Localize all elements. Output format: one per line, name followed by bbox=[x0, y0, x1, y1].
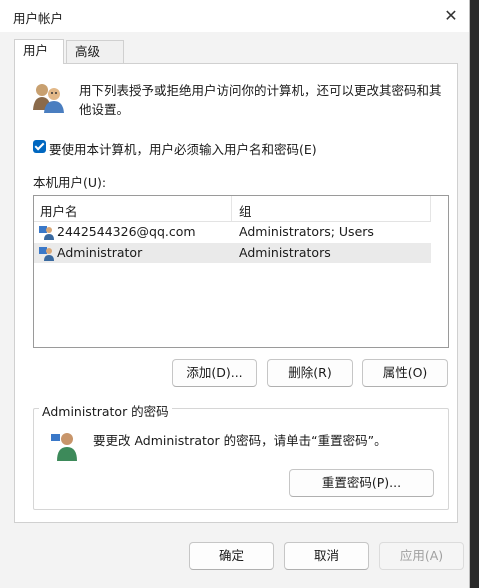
users-list[interactable]: 用户名 组 2442544326@qq.com Administrators; … bbox=[33, 195, 449, 348]
ok-button[interactable]: 确定 bbox=[189, 542, 274, 570]
properties-button[interactable]: 属性(O) bbox=[362, 359, 448, 387]
user-icon bbox=[39, 226, 54, 240]
username-cell: 2442544326@qq.com bbox=[57, 224, 196, 239]
column-header-username[interactable]: 用户名 bbox=[40, 201, 78, 220]
user-accounts-dialog: 用户帐户 ✕ 用户 高级 用下列表授予或拒绝用户访问你的计算机，还可以更改其密码… bbox=[0, 0, 470, 588]
password-group-title: Administrator 的密码 bbox=[39, 401, 172, 420]
list-header: 用户名 组 bbox=[34, 196, 431, 222]
column-divider[interactable] bbox=[231, 196, 232, 221]
window-title: 用户帐户 bbox=[13, 11, 64, 26]
group-cell: Administrators bbox=[239, 245, 331, 260]
group-cell: Administrators; Users bbox=[239, 224, 374, 239]
close-icon: ✕ bbox=[444, 6, 458, 25]
tab-users[interactable]: 用户 bbox=[14, 39, 64, 64]
password-instructions: 要更改 Administrator 的密码，请单击“重置密码”。 bbox=[93, 433, 387, 448]
reset-password-button[interactable]: 重置密码(P)... bbox=[289, 469, 434, 497]
tab-advanced[interactable]: 高级 bbox=[66, 40, 124, 63]
table-row[interactable]: 2442544326@qq.com Administrators; Users bbox=[34, 222, 431, 242]
column-divider[interactable] bbox=[430, 196, 431, 221]
user-admin-icon bbox=[51, 433, 77, 461]
intro-text: 用下列表授予或拒绝用户访问你的计算机，还可以更改其密码和其他设置。 bbox=[79, 83, 442, 117]
table-row[interactable]: Administrator Administrators bbox=[34, 243, 431, 263]
require-password-checkbox[interactable] bbox=[33, 140, 46, 153]
users-icon bbox=[33, 84, 64, 113]
close-button[interactable]: ✕ bbox=[441, 6, 461, 26]
users-list-label: 本机用户(U): bbox=[33, 175, 107, 190]
column-header-group[interactable]: 组 bbox=[239, 201, 252, 220]
user-icon bbox=[39, 247, 54, 261]
title-bar[interactable]: 用户帐户 ✕ bbox=[0, 0, 469, 32]
remove-button[interactable]: 删除(R) bbox=[267, 359, 353, 387]
apply-button: 应用(A) bbox=[379, 542, 464, 570]
cancel-button[interactable]: 取消 bbox=[284, 542, 369, 570]
users-tab-panel: 用下列表授予或拒绝用户访问你的计算机，还可以更改其密码和其他设置。 要使用本计算… bbox=[14, 63, 458, 523]
username-cell: Administrator bbox=[57, 245, 143, 260]
require-password-label[interactable]: 要使用本计算机，用户必须输入用户名和密码(E) bbox=[49, 139, 317, 158]
add-button[interactable]: 添加(D)... bbox=[172, 359, 257, 387]
